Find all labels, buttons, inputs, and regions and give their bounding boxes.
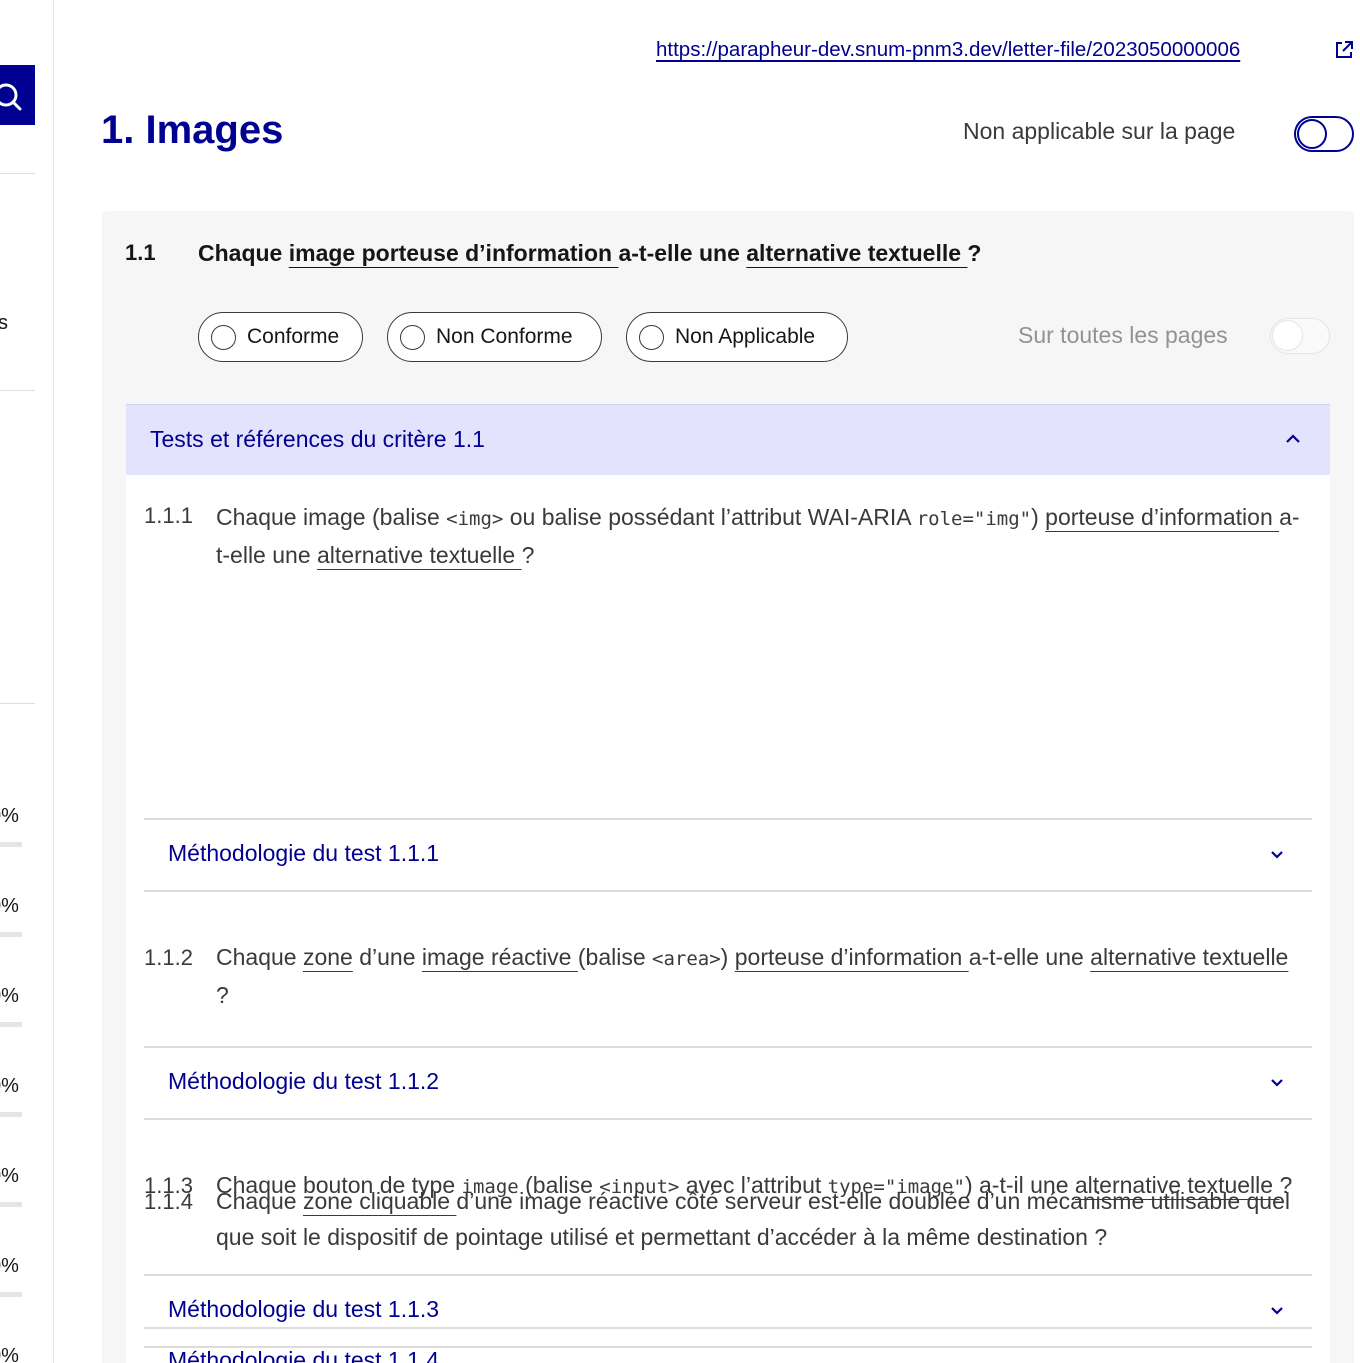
chevron-down-icon[interactable] [1268, 1076, 1286, 1090]
status-non-conforme-radio[interactable]: Non Conforme [387, 312, 602, 362]
all-pages-toggle[interactable] [1270, 318, 1330, 354]
question-text: Chaque [198, 240, 289, 266]
code-text: <img> [446, 508, 504, 530]
divider [144, 1274, 1312, 1276]
progress-bar [0, 1022, 22, 1027]
progress-bar [0, 842, 22, 847]
progress-bar [0, 1292, 22, 1297]
chevron-down-icon[interactable] [1268, 848, 1286, 862]
glossary-link[interactable]: porteuse d’information [735, 944, 969, 970]
test-text: d’une [352, 944, 422, 970]
test-text: ? [216, 982, 229, 1008]
test-text: Chaque image (balise [216, 504, 447, 530]
glossary-link[interactable]: alternative textuelle [317, 542, 522, 568]
external-link-icon[interactable] [1334, 40, 1354, 60]
sidebar: s 0% 0% 0% 0% 0% 0% 0% [0, 0, 54, 1363]
progress-percent: 0% [0, 1165, 19, 1187]
test-number: 1.1.2 [144, 945, 193, 970]
progress-percent: 0% [0, 1075, 19, 1097]
glossary-link[interactable]: porteuse d’information [1045, 504, 1279, 530]
glossary-link[interactable]: image réactive [422, 944, 578, 970]
test-text: Chaque [216, 1188, 303, 1214]
test-text: ) [1031, 504, 1046, 530]
page-url-link[interactable]: https://parapheur-dev.snum-pnm3.dev/lett… [656, 38, 1240, 62]
methodology-toggle-1-1-1[interactable]: Méthodologie du test 1.1.1 [168, 840, 439, 867]
sidebar-divider [0, 173, 35, 174]
test-description: Chaque zone cliquable d’une image réacti… [216, 1183, 1306, 1255]
search-icon [0, 83, 22, 111]
test-text: (balise [577, 944, 653, 970]
sidebar-item-label[interactable]: s [0, 312, 8, 335]
search-button[interactable] [0, 65, 35, 125]
glossary-link[interactable]: zone [303, 944, 353, 970]
radio-label: Conforme [247, 325, 340, 348]
radio-circle [639, 325, 664, 350]
code-text: role="img" [916, 508, 1032, 530]
divider [144, 1046, 1312, 1048]
test-text: a-t-elle une [968, 944, 1091, 970]
test-text: ? [521, 542, 535, 568]
code-text: <area> [652, 948, 721, 970]
glossary-link[interactable]: zone cliquable [303, 1188, 456, 1214]
question-text: a-t-elle une [618, 240, 747, 266]
test-text: ou balise possédant l’attribut WAI-ARIA [503, 504, 917, 530]
divider [144, 818, 1312, 820]
glossary-link[interactable]: image porteuse d’information [289, 240, 619, 266]
criterion-number: 1.1 [125, 240, 156, 265]
test-number: 1.1.4 [144, 1189, 193, 1214]
radio-circle [400, 325, 425, 350]
progress-percent: 0% [0, 985, 19, 1007]
test-number: 1.1.1 [144, 503, 193, 528]
criterion-question: Chaque image porteuse d’information a-t-… [198, 240, 981, 267]
status-non-applicable-radio[interactable]: Non Applicable [626, 312, 848, 362]
divider [144, 890, 1312, 892]
page-title: 1. Images [101, 108, 284, 152]
progress-percent: 0% [0, 1255, 19, 1277]
progress-percent: 0% [0, 1345, 19, 1363]
test-description: Chaque zone d’une image réactive (balise… [216, 939, 1306, 1013]
toggle-knob [1297, 119, 1327, 149]
divider [144, 1327, 1312, 1329]
glossary-link[interactable]: alternative textuelle [1090, 944, 1288, 970]
radio-label: Non Applicable [675, 325, 816, 348]
question-text: ? [967, 240, 982, 266]
methodology-toggle-1-1-4[interactable]: Méthodologie du test 1.1.4 [168, 1347, 439, 1363]
progress-bar [0, 1112, 22, 1117]
tests-accordion-header[interactable]: Tests et références du critère 1.1 [126, 404, 1330, 475]
radio-label: Non Conforme [436, 325, 573, 348]
chevron-up-icon [1286, 434, 1300, 443]
accordion-title: Tests et références du critère 1.1 [150, 426, 485, 452]
progress-bar [0, 932, 22, 937]
all-pages-label: Sur toutes les pages [1018, 322, 1228, 348]
chevron-down-icon[interactable] [1268, 1304, 1286, 1318]
methodology-toggle-1-1-3[interactable]: Méthodologie du test 1.1.3 [168, 1296, 439, 1323]
sidebar-divider [0, 390, 35, 391]
test-text: ) [720, 944, 735, 970]
divider [144, 1118, 1312, 1120]
progress-bar [0, 1202, 22, 1207]
test-description: Chaque image (balise <img> ou balise pos… [216, 499, 1306, 573]
progress-percent: 0% [0, 895, 19, 917]
toggle-knob [1272, 320, 1303, 351]
methodology-toggle-1-1-2[interactable]: Méthodologie du test 1.1.2 [168, 1068, 439, 1095]
radio-circle [211, 325, 236, 350]
status-conforme-radio[interactable]: Conforme [198, 312, 363, 362]
not-applicable-toggle[interactable] [1294, 116, 1354, 152]
sidebar-divider [0, 703, 35, 704]
progress-percent: 0% [0, 805, 19, 827]
not-applicable-label: Non applicable sur la page [963, 118, 1236, 144]
test-text: Chaque [216, 944, 303, 970]
glossary-link[interactable]: alternative textuelle [746, 240, 967, 266]
